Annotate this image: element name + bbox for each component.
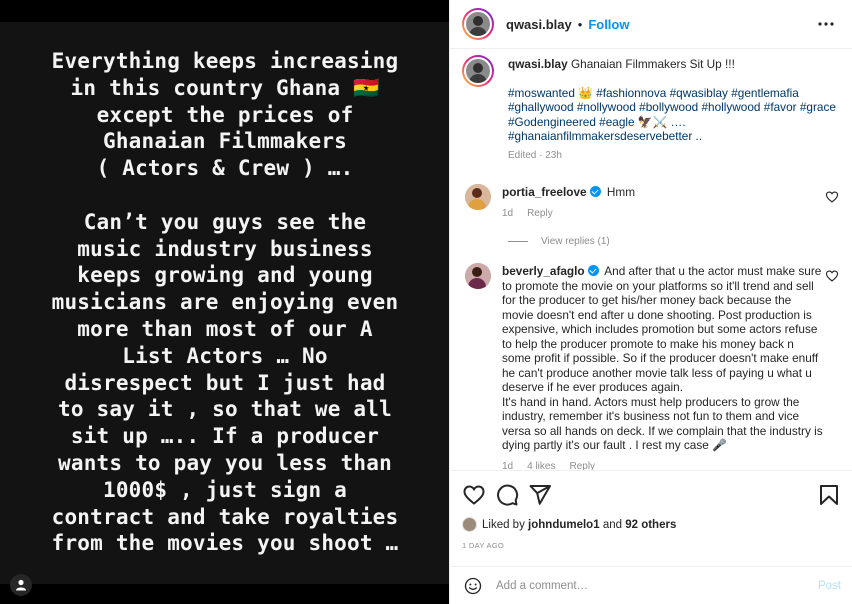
liked-by: Liked by johndumelo1 and 92 others: [462, 517, 841, 532]
smiley-icon[interactable]: [464, 577, 482, 595]
replies-divider: [508, 241, 528, 242]
comments-section[interactable]: qwasi.blay Ghanaian Filmmakers Sit Up !!…: [450, 49, 852, 470]
heart-icon[interactable]: [825, 269, 839, 283]
story-paragraph-1: Everything keeps increasing in this coun…: [51, 49, 399, 181]
post-date[interactable]: 1 DAY AGO: [462, 541, 841, 550]
reply-button[interactable]: Reply: [527, 207, 553, 222]
edited-label: Edited · 23h: [508, 149, 562, 161]
liked-by-user[interactable]: johndumelo1: [528, 519, 600, 531]
liked-by-others[interactable]: 92 others: [625, 519, 676, 531]
avatar[interactable]: [465, 263, 491, 289]
post-panel: qwasi.blay • Follow qwasi.blay Ghanaian …: [449, 0, 852, 604]
verified-badge-icon: [587, 265, 599, 276]
comment-icon[interactable]: [495, 483, 519, 507]
comment-input[interactable]: [496, 579, 818, 592]
more-options-button[interactable]: [814, 12, 838, 36]
comment-time: 1d: [502, 460, 514, 471]
post-actions: Liked by johndumelo1 and 92 others 1 DAY…: [450, 470, 852, 550]
verified-badge-icon: [589, 186, 601, 197]
caption-text: Ghanaian Filmmakers Sit Up !!!: [570, 57, 735, 71]
caption: qwasi.blay Ghanaian Filmmakers Sit Up !!…: [462, 55, 839, 163]
story-paragraph-2: Can’t you guys see the music industry bu…: [51, 209, 399, 556]
bookmark-icon[interactable]: [817, 483, 841, 507]
add-comment-bar: Post: [450, 566, 852, 604]
comment-item: portia_freelove Hmm 1d Reply: [462, 184, 839, 221]
separator-dot: •: [577, 16, 583, 32]
liker-avatar[interactable]: [462, 517, 477, 532]
comment-meta: 1d Reply: [502, 207, 825, 222]
user-icon: [16, 579, 26, 591]
post-header: qwasi.blay • Follow: [450, 0, 852, 49]
liked-by-prefix: Liked by: [482, 518, 525, 531]
caption-hashtags[interactable]: #moswanted 👑 #fashionnova #qwasiblay #ge…: [508, 86, 839, 144]
caption-edited: Edited · 23h: [508, 149, 839, 164]
comment-text: Hmm: [606, 185, 636, 199]
post-button[interactable]: Post: [818, 580, 841, 592]
comment-text-continued: It's hand in hand. Actors must help prod…: [502, 394, 823, 453]
comment-item: beverly_afaglo And after that u the acto…: [462, 263, 839, 470]
more-horizontal-icon: [818, 22, 834, 26]
action-buttons: [462, 483, 841, 507]
liked-by-and: and: [602, 518, 622, 531]
story-image: Everything keeps increasing in this coun…: [0, 22, 449, 596]
story-text: Everything keeps increasing in this coun…: [16, 48, 434, 557]
post-media[interactable]: Everything keeps increasing in this coun…: [0, 0, 449, 604]
comment-meta: 1d 4 likes Reply: [502, 460, 825, 471]
comment-username[interactable]: portia_freelove: [502, 185, 587, 199]
caption-username[interactable]: qwasi.blay: [508, 57, 568, 71]
comment-time: 1d: [502, 207, 514, 219]
view-replies-button[interactable]: View replies (1): [508, 236, 839, 247]
view-replies-label: View replies (1): [541, 236, 610, 247]
avatar[interactable]: [465, 184, 491, 210]
heart-icon[interactable]: [825, 190, 839, 204]
header-username[interactable]: qwasi.blay: [506, 17, 572, 32]
comment-text: And after that u the actor must make sur…: [502, 264, 822, 394]
heart-icon[interactable]: [462, 483, 486, 507]
share-icon[interactable]: [528, 483, 552, 507]
avatar[interactable]: [462, 55, 494, 87]
comment-username[interactable]: beverly_afaglo: [502, 264, 585, 278]
tagged-users-button[interactable]: [10, 574, 32, 596]
reply-button[interactable]: Reply: [569, 460, 595, 471]
avatar[interactable]: [462, 8, 494, 40]
comment-likes[interactable]: 4 likes: [527, 460, 555, 471]
follow-button[interactable]: Follow: [588, 17, 629, 32]
